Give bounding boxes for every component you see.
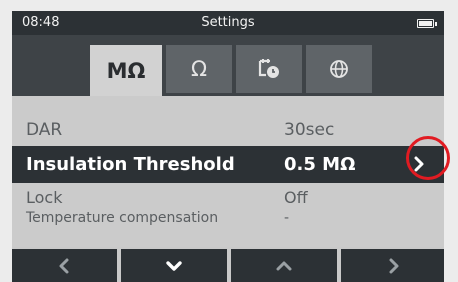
timer-icon [257,58,281,80]
tab-resistance[interactable]: Ω [166,45,232,93]
chevron-left-icon [59,258,68,273]
setting-label: DAR [26,120,63,140]
chevron-right-icon [389,258,398,273]
screen-title: Settings [201,15,255,30]
chevron-down-icon [166,260,182,271]
globe-icon [328,58,350,80]
setting-label: Temperature compensation [26,210,219,226]
tab-insulation[interactable]: MΩ [90,45,162,96]
setting-value: 30sec [284,120,335,140]
setting-row-insulation-threshold[interactable]: Insulation Threshold 0.5 MΩ [12,146,444,183]
chevron-up-icon [276,261,292,270]
setting-value: Off [284,188,308,207]
setting-row-dar[interactable]: DAR 30sec [12,120,444,144]
highlight-circle [406,136,450,180]
tab-timer[interactable] [236,45,302,93]
tab-resistance-label: Ω [190,57,208,81]
tab-insulation-label: MΩ [106,58,146,83]
key-down[interactable] [121,249,227,282]
setting-label: Lock [26,188,63,207]
setting-row-temperature-compensation[interactable]: Temperature compensation - [12,210,444,232]
tab-language[interactable] [306,45,372,93]
device-screen: 08:48 Settings MΩ Ω DAR 30sec Insulation… [12,11,444,282]
status-bar: 08:48 Settings [12,11,444,35]
setting-label: Insulation Threshold [26,154,235,175]
setting-value: - [284,210,290,226]
key-right[interactable] [341,249,444,282]
setting-value: 0.5 MΩ [284,154,356,175]
settings-tab-bar: MΩ Ω [12,35,444,96]
settings-list: DAR 30sec Insulation Threshold 0.5 MΩ Lo… [12,96,444,247]
setting-row-lock[interactable]: Lock Off [12,188,444,210]
battery-icon [417,19,437,28]
key-up[interactable] [231,249,337,282]
soft-key-bar [12,247,444,282]
key-left[interactable] [12,249,117,282]
